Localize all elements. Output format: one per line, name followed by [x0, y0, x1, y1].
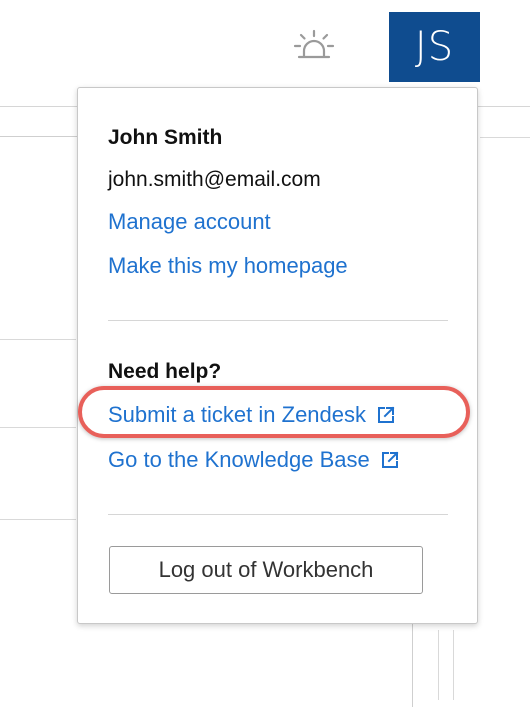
zendesk-ticket-link[interactable]: Submit a ticket in Zendesk — [108, 402, 396, 428]
knowledge-base-label: Go to the Knowledge Base — [108, 447, 370, 472]
user-avatar-button[interactable]: JS — [389, 12, 480, 82]
menu-divider — [108, 320, 448, 321]
external-link-icon — [376, 405, 396, 425]
logout-button[interactable]: Log out of Workbench — [109, 546, 423, 594]
background-right-divider — [480, 137, 530, 138]
manage-account-label: Manage account — [108, 209, 271, 234]
knowledge-base-link[interactable]: Go to the Knowledge Base — [108, 447, 400, 473]
zendesk-ticket-label: Submit a ticket in Zendesk — [108, 402, 367, 427]
make-homepage-link[interactable]: Make this my homepage — [108, 253, 348, 279]
menu-divider — [108, 514, 448, 515]
user-name: John Smith — [108, 126, 223, 149]
account-menu-popover: John Smith john.smith@email.com Manage a… — [77, 87, 478, 624]
background-side-column — [438, 630, 454, 700]
external-link-icon — [380, 450, 400, 470]
background-row-divider — [0, 339, 76, 340]
make-homepage-label: Make this my homepage — [108, 253, 348, 278]
background-row-divider — [0, 519, 76, 520]
manage-account-link[interactable]: Manage account — [108, 209, 271, 235]
user-email: john.smith@email.com — [108, 168, 321, 191]
alerts-button[interactable] — [270, 10, 358, 82]
background-row-divider — [0, 427, 76, 428]
logout-label: Log out of Workbench — [158, 557, 374, 582]
siren-icon — [290, 29, 338, 63]
avatar-initials: JS — [414, 24, 455, 70]
help-section-title: Need help? — [108, 360, 222, 383]
